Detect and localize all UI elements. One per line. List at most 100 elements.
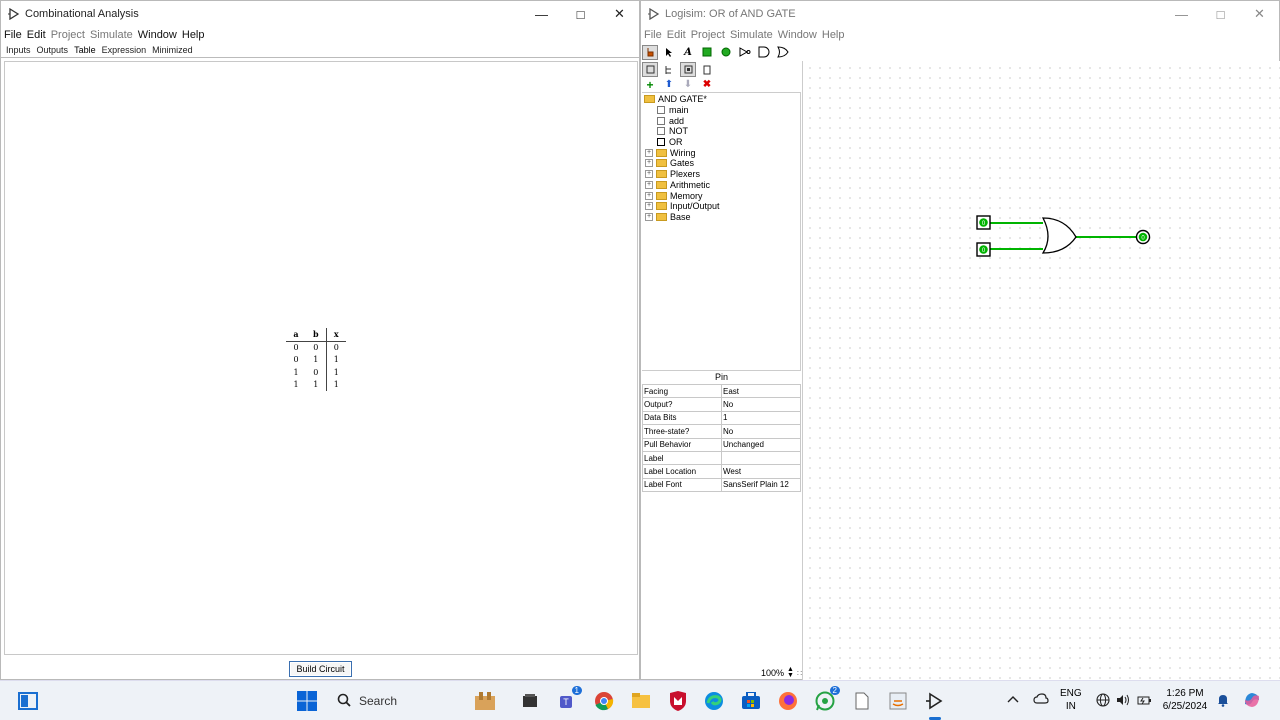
show-hidden-icons-chevron-icon[interactable] bbox=[1007, 694, 1019, 707]
language-indicator[interactable]: ENG IN bbox=[1060, 687, 1082, 713]
whatsapp-icon[interactable]: 2 bbox=[813, 686, 840, 713]
expand-icon[interactable]: + bbox=[645, 170, 653, 179]
tab-table[interactable]: Table bbox=[74, 45, 96, 55]
taskbar-search[interactable]: Search bbox=[329, 689, 503, 713]
toolbox-view-icon[interactable] bbox=[642, 62, 658, 77]
tree-lib-gates[interactable]: + Gates bbox=[642, 158, 800, 169]
attr-row[interactable]: Facing East bbox=[642, 383, 801, 399]
tree-circuit-add[interactable]: add bbox=[642, 115, 800, 126]
expand-icon[interactable]: + bbox=[645, 212, 653, 221]
tree-circuit-or[interactable]: OR bbox=[642, 137, 800, 148]
attr-value[interactable]: 1 bbox=[721, 410, 801, 426]
attr-value[interactable]: Unchanged bbox=[721, 437, 801, 452]
move-down-icon[interactable]: ⬇ bbox=[680, 77, 696, 92]
select-tool-icon[interactable] bbox=[661, 45, 677, 60]
menu-project[interactable]: Project bbox=[691, 29, 725, 41]
menu-project[interactable]: Project bbox=[51, 29, 85, 41]
menu-edit[interactable]: Edit bbox=[667, 29, 686, 41]
menu-file[interactable]: File bbox=[644, 29, 662, 41]
show-desktop-icon[interactable] bbox=[16, 689, 40, 713]
menu-window[interactable]: Window bbox=[138, 29, 177, 41]
widgets-icon[interactable] bbox=[473, 690, 497, 715]
tree-lib-arithmetic[interactable]: + Arithmetic bbox=[642, 180, 800, 191]
text-tool-icon[interactable]: A bbox=[680, 45, 696, 60]
volume-icon[interactable] bbox=[1116, 693, 1130, 711]
tree-circuit-not[interactable]: NOT bbox=[642, 126, 800, 137]
attr-row[interactable]: Output? No bbox=[642, 397, 801, 412]
move-up-icon[interactable]: ⬆ bbox=[661, 77, 677, 92]
tree-lib-memory[interactable]: + Memory bbox=[642, 190, 800, 201]
attr-row[interactable]: Three-state? No bbox=[642, 424, 801, 439]
tree-circuit-main[interactable]: main bbox=[642, 105, 800, 116]
menu-simulate[interactable]: Simulate bbox=[730, 29, 773, 41]
firefox-icon[interactable] bbox=[776, 689, 800, 713]
menu-help[interactable]: Help bbox=[182, 29, 205, 41]
attr-row[interactable]: Label Location West bbox=[642, 464, 801, 479]
expand-icon[interactable]: + bbox=[645, 159, 653, 168]
and-gate-icon[interactable] bbox=[756, 45, 772, 60]
title-bar[interactable]: Combinational Analysis — □ ✕ bbox=[1, 1, 639, 27]
tab-inputs[interactable]: Inputs bbox=[6, 45, 31, 55]
clock[interactable]: 1:26 PM 6/25/2024 bbox=[1159, 687, 1211, 713]
tree-lib-plexers[interactable]: + Plexers bbox=[642, 169, 800, 180]
copilot-icon[interactable] bbox=[1242, 690, 1262, 714]
attr-value[interactable]: No bbox=[721, 424, 801, 439]
mcafee-icon[interactable] bbox=[666, 689, 690, 713]
expand-icon[interactable]: + bbox=[645, 148, 653, 157]
battery-icon[interactable] bbox=[1137, 693, 1151, 711]
cloud-sync-icon[interactable] bbox=[1033, 693, 1049, 709]
minimize-icon[interactable]: — bbox=[522, 1, 561, 27]
expand-icon[interactable]: + bbox=[645, 202, 653, 211]
tree-lib-input-output[interactable]: + Input/Output bbox=[642, 201, 800, 212]
output-cell[interactable]: 1 bbox=[325, 353, 346, 366]
windows-start-icon[interactable] bbox=[295, 689, 319, 713]
chrome-icon[interactable] bbox=[592, 689, 616, 713]
attr-row[interactable]: Pull Behavior Unchanged bbox=[642, 437, 801, 452]
input-pin-b[interactable]: 0 bbox=[976, 242, 991, 257]
attr-row[interactable]: Label Font SansSerif Plain 12 bbox=[642, 477, 801, 493]
tree-lib-base[interactable]: + Base bbox=[642, 212, 800, 223]
notepad-icon[interactable] bbox=[850, 689, 874, 713]
tree-project-root[interactable]: AND GATE* bbox=[642, 94, 800, 105]
maximize-icon[interactable]: □ bbox=[561, 1, 600, 27]
file-explorer-icon[interactable] bbox=[629, 689, 653, 713]
java-icon[interactable] bbox=[886, 689, 910, 713]
menu-file[interactable]: File bbox=[4, 29, 22, 41]
menu-edit[interactable]: Edit bbox=[27, 29, 46, 41]
output-pin[interactable]: 0 bbox=[1135, 229, 1151, 245]
attr-row[interactable]: Label bbox=[642, 450, 801, 466]
edge-icon[interactable] bbox=[702, 689, 726, 713]
or-gate[interactable] bbox=[1041, 217, 1077, 254]
attr-value[interactable]: No bbox=[721, 397, 801, 412]
appearance-view-icon[interactable] bbox=[699, 62, 715, 77]
menu-simulate[interactable]: Simulate bbox=[90, 29, 133, 41]
notification-bell-icon[interactable] bbox=[1217, 693, 1229, 711]
logisim-icon[interactable] bbox=[923, 689, 947, 720]
output-cell[interactable]: 1 bbox=[325, 366, 346, 379]
poke-tool-icon[interactable] bbox=[642, 44, 658, 60]
or-gate-icon[interactable] bbox=[775, 45, 791, 60]
network-globe-icon[interactable] bbox=[1096, 693, 1110, 711]
attr-row[interactable]: Data Bits 1 bbox=[642, 410, 801, 426]
output-cell[interactable]: 1 bbox=[325, 378, 346, 391]
input-pin-icon[interactable] bbox=[699, 45, 715, 60]
zoom-control[interactable]: 100% ▲ ▼ ∷ bbox=[761, 666, 802, 680]
close-icon[interactable]: ✕ bbox=[600, 1, 639, 27]
output-cell[interactable]: 0 bbox=[325, 341, 346, 354]
tab-expression[interactable]: Expression bbox=[102, 45, 147, 55]
menu-help[interactable]: Help bbox=[822, 29, 845, 41]
attr-value[interactable]: SansSerif Plain 12 bbox=[721, 477, 801, 493]
layout-view-icon[interactable] bbox=[680, 62, 696, 77]
attr-value[interactable] bbox=[721, 450, 801, 466]
menu-window[interactable]: Window bbox=[778, 29, 817, 41]
input-pin-a[interactable]: 0 bbox=[976, 215, 991, 230]
delete-circuit-icon[interactable]: ✖ bbox=[699, 77, 715, 92]
title-bar[interactable]: Logisim: OR of AND GATE — □ ✕ bbox=[641, 1, 1279, 27]
expand-icon[interactable]: + bbox=[645, 180, 653, 189]
minimize-icon[interactable]: — bbox=[1162, 1, 1201, 27]
close-icon[interactable]: ✕ bbox=[1240, 1, 1279, 27]
circuit-canvas[interactable]: 0 0 0 bbox=[802, 61, 1280, 680]
store-icon[interactable] bbox=[739, 689, 763, 713]
zoom-stepper-icon[interactable]: ▲ ▼ bbox=[787, 666, 794, 679]
attr-value[interactable]: West bbox=[721, 464, 801, 479]
